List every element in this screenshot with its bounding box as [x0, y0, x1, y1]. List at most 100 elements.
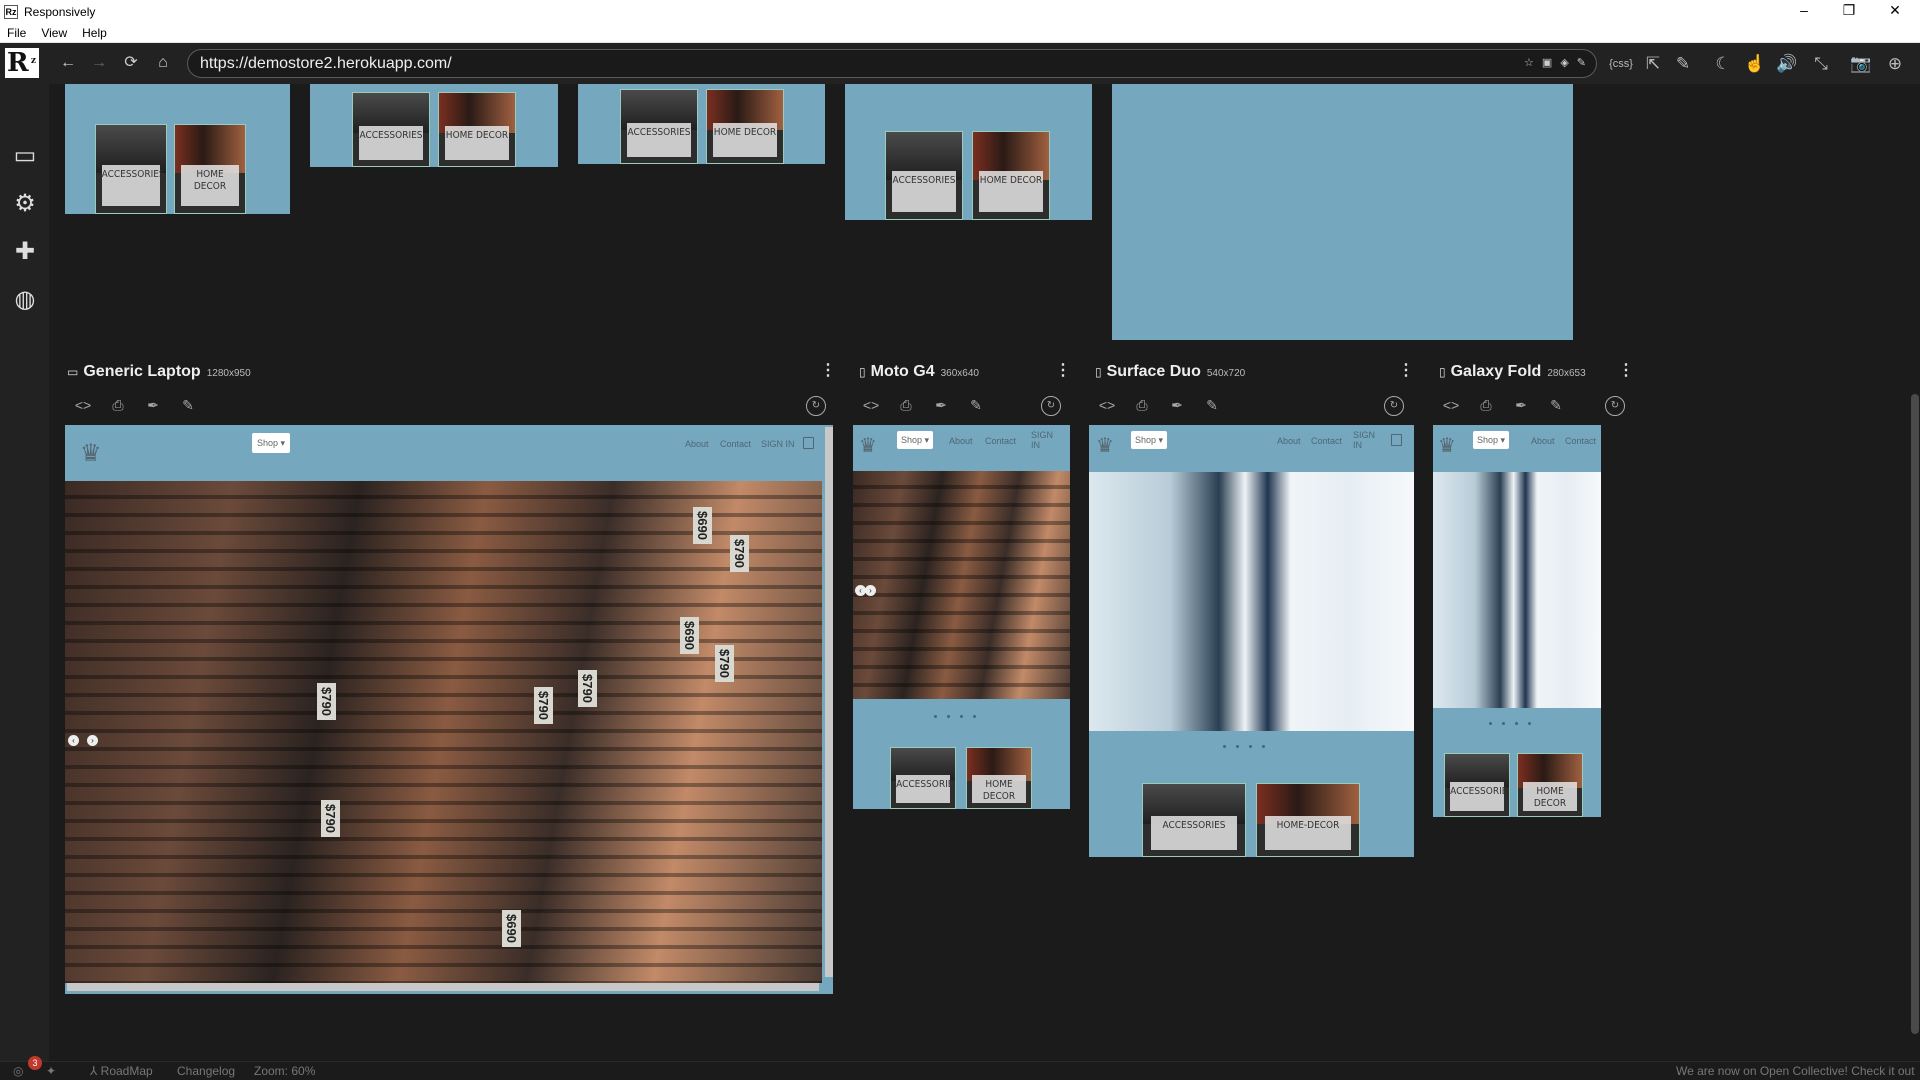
- screenshot-icon[interactable]: ⎙: [895, 397, 917, 414]
- layout-icon[interactable]: ⤡: [1809, 52, 1833, 76]
- cart-icon[interactable]: [803, 437, 814, 449]
- nav-contact[interactable]: Contact: [720, 439, 751, 449]
- code-icon[interactable]: <>: [860, 397, 882, 413]
- viewport-laptop[interactable]: ♛ Shop ▾ About Contact SIGN IN $690 $790…: [65, 425, 833, 994]
- carousel-indicators[interactable]: [1223, 745, 1265, 748]
- carousel-indicators[interactable]: [1489, 722, 1531, 725]
- url-input[interactable]: https://demostore2.herokuapp.com/ ☆ ▣ ◈ …: [187, 49, 1597, 78]
- clear-cache-icon[interactable]: ◈: [1560, 50, 1568, 77]
- nav-about[interactable]: About: [949, 436, 973, 446]
- github-icon[interactable]: ◎: [13, 1064, 23, 1078]
- inspect-icon[interactable]: ✒: [930, 397, 952, 414]
- shop-dropdown[interactable]: Shop ▾: [1473, 431, 1509, 449]
- category-tile[interactable]: ACCESSORIES: [1142, 783, 1246, 857]
- screenshot-icon[interactable]: ⎙: [107, 397, 129, 414]
- device-menu-icon[interactable]: ⋮: [1398, 361, 1414, 381]
- shop-dropdown[interactable]: Shop ▾: [897, 431, 933, 449]
- code-icon[interactable]: <>: [1440, 397, 1462, 413]
- close-button[interactable]: ✕: [1872, 0, 1918, 23]
- device-name: Surface Duo: [1106, 363, 1201, 380]
- nav-about[interactable]: About: [1277, 436, 1301, 446]
- nav-contact[interactable]: Contact: [985, 436, 1016, 446]
- edit-icon[interactable]: ✎: [177, 397, 199, 414]
- viewport-vertical-scrollbar[interactable]: [825, 427, 833, 977]
- viewport-moto-g4[interactable]: ♛ Shop ▾ About Contact SIGN IN ‹ › ACCES…: [853, 425, 1070, 809]
- category-tile[interactable]: HOME-DECOR: [1256, 783, 1360, 857]
- crown-logo-icon[interactable]: ♛: [80, 439, 102, 468]
- category-tile[interactable]: ACCESSORIES: [1444, 753, 1510, 817]
- dark-mode-icon[interactable]: ☾: [1711, 52, 1735, 76]
- zoom-icon[interactable]: ⊕: [1883, 52, 1907, 76]
- network-icon[interactable]: ◍: [9, 284, 41, 316]
- edit-icon[interactable]: ✎: [1671, 52, 1695, 76]
- cart-icon[interactable]: [1391, 434, 1402, 446]
- inspect-icon[interactable]: ✎: [1577, 50, 1586, 77]
- reload-button[interactable]: ⟳: [120, 52, 142, 74]
- twitter-icon[interactable]: ✦: [46, 1064, 56, 1078]
- code-icon[interactable]: <>: [1096, 397, 1118, 413]
- inspect-element-icon[interactable]: ⇱: [1641, 52, 1665, 76]
- device-menu-icon[interactable]: ⋮: [1618, 361, 1634, 381]
- inspect-icon[interactable]: ✒: [1510, 397, 1532, 414]
- viewport-horizontal-scrollbar[interactable]: [67, 983, 819, 991]
- mute-audio-icon[interactable]: 🔊: [1775, 52, 1799, 76]
- edit-icon[interactable]: ✎: [1201, 397, 1223, 414]
- menu-view[interactable]: View: [34, 26, 75, 40]
- category-tile[interactable]: HOME DECOR: [966, 747, 1032, 809]
- shop-dropdown[interactable]: Shop ▾: [1131, 431, 1167, 449]
- forward-button[interactable]: →: [88, 52, 110, 74]
- screenshot-icon[interactable]: ⎙: [1131, 397, 1153, 414]
- settings-icon[interactable]: ⚙: [9, 188, 41, 220]
- crown-logo-icon[interactable]: ♛: [859, 433, 877, 458]
- crown-logo-icon[interactable]: ♛: [1438, 433, 1456, 458]
- crown-logo-icon[interactable]: ♛: [1096, 433, 1114, 458]
- carousel-next-icon[interactable]: ›: [87, 735, 98, 746]
- canvas-scrollbar[interactable]: [1911, 394, 1919, 1034]
- nav-contact[interactable]: Contact: [1565, 436, 1596, 446]
- nav-sign-in[interactable]: SIGN IN: [1353, 430, 1375, 450]
- code-icon[interactable]: <>: [72, 397, 94, 413]
- screenshot-icon[interactable]: ⎙: [1475, 397, 1497, 414]
- devtools-icon[interactable]: ▣: [1542, 50, 1552, 77]
- maximize-button[interactable]: ❐: [1826, 0, 1872, 23]
- device-menu-icon[interactable]: ⋮: [820, 361, 836, 381]
- rotate-icon[interactable]: ↻: [806, 396, 826, 416]
- changelog-link[interactable]: Changelog: [177, 1064, 235, 1078]
- category-tile[interactable]: HOME DECOR: [1517, 753, 1583, 817]
- menu-file[interactable]: File: [0, 26, 34, 40]
- device-menu-icon[interactable]: ⋮: [1055, 361, 1071, 381]
- screenshot-icon[interactable]: 📷: [1849, 52, 1873, 76]
- open-collective-link[interactable]: We are now on Open Collective! Check it …: [1676, 1064, 1915, 1078]
- carousel-next-icon[interactable]: ›: [865, 585, 876, 596]
- home-button[interactable]: ⌂: [152, 52, 174, 74]
- carousel-prev-icon[interactable]: ‹: [68, 735, 79, 746]
- nav-contact[interactable]: Contact: [1311, 436, 1342, 446]
- css-editor-icon[interactable]: {css}: [1609, 52, 1633, 76]
- edit-icon[interactable]: ✎: [1545, 397, 1567, 414]
- inspect-icon[interactable]: ✒: [142, 397, 164, 414]
- edit-icon[interactable]: ✎: [965, 397, 987, 414]
- rotate-icon[interactable]: ↻: [1605, 396, 1625, 416]
- roadmap-link[interactable]: ⅄ RoadMap: [90, 1064, 153, 1078]
- rotate-icon[interactable]: ↻: [1384, 396, 1404, 416]
- back-button[interactable]: ←: [57, 52, 79, 74]
- device-name: Generic Laptop: [83, 363, 201, 380]
- extensions-icon[interactable]: ✚: [9, 236, 41, 268]
- inspect-icon[interactable]: ✒: [1166, 397, 1188, 414]
- bookmark-icon[interactable]: ☆: [1524, 50, 1534, 77]
- preview-canvas[interactable]: ACCESSORIES HOME DECOR ACCESSORIES HOME …: [49, 84, 1920, 1061]
- rotate-icon[interactable]: ↻: [1041, 396, 1061, 416]
- menu-help[interactable]: Help: [75, 26, 115, 40]
- touch-icon[interactable]: ☝: [1743, 52, 1767, 76]
- carousel-indicators[interactable]: [934, 715, 976, 718]
- nav-about[interactable]: About: [685, 439, 709, 449]
- viewport-galaxy-fold[interactable]: ♛ Shop ▾ About Contact ACCESSORIES HOME …: [1433, 425, 1601, 817]
- viewport-surface-duo[interactable]: ♛ Shop ▾ About Contact SIGN IN ACCESSORI…: [1089, 425, 1414, 857]
- nav-about[interactable]: About: [1531, 436, 1555, 446]
- category-tile[interactable]: ACCESSORIES: [890, 747, 956, 809]
- devices-icon[interactable]: ▭: [9, 140, 41, 172]
- shop-dropdown[interactable]: Shop ▾: [252, 433, 290, 453]
- nav-sign-in[interactable]: SIGN IN: [761, 439, 795, 449]
- nav-sign-in[interactable]: SIGN IN: [1031, 430, 1053, 450]
- minimize-button[interactable]: –: [1781, 0, 1827, 23]
